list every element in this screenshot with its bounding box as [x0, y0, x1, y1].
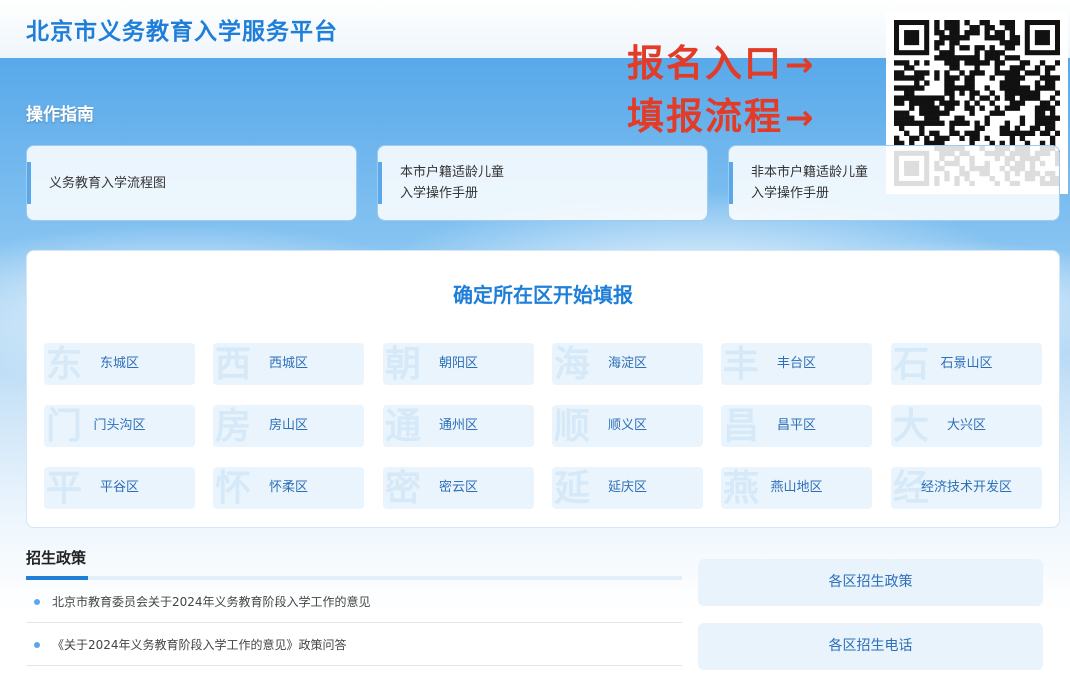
- policy-section-title: 招生政策: [26, 549, 87, 567]
- right-arrow-icon: →: [785, 45, 816, 85]
- bullet-dot-icon: [34, 641, 40, 648]
- bullet-dot-icon: [34, 598, 40, 605]
- district-button[interactable]: 燕燕山地区: [721, 467, 872, 509]
- district-button-label: 通州区: [438, 418, 478, 433]
- guide-card-line2: 入学操作手册: [400, 186, 479, 201]
- district-button-label: 平谷区: [99, 480, 139, 495]
- district-button-label: 房山区: [268, 418, 308, 433]
- policy-link-text: 北京市教育委员会关于2024年义务教育阶段入学工作的意见: [52, 595, 371, 609]
- policy-title-accent: [26, 576, 88, 580]
- district-button[interactable]: 西西城区: [213, 343, 364, 385]
- district-button-label: 门头沟区: [93, 418, 146, 433]
- district-button-label: 大兴区: [946, 418, 986, 433]
- district-button[interactable]: 密密云区: [383, 467, 534, 509]
- district-button[interactable]: 大大兴区: [891, 405, 1042, 447]
- district-button[interactable]: 东东城区: [44, 343, 195, 385]
- policy-link-text: 《关于2024年义务教育阶段入学工作的意见》政策问答: [52, 638, 347, 652]
- district-policy-button[interactable]: 各区招生政策: [698, 559, 1043, 606]
- card-accent-bar: [27, 162, 31, 204]
- district-button-label: 顺义区: [607, 418, 647, 433]
- district-button-label: 密云区: [438, 480, 478, 495]
- right-arrow-icon: →: [785, 98, 816, 138]
- district-button[interactable]: 平平谷区: [44, 467, 195, 509]
- guide-card-line1: 非本市户籍适龄儿童: [751, 165, 869, 180]
- promo-fill-process: 填报流程→: [627, 86, 816, 140]
- district-button-label: 燕山地区: [770, 480, 823, 495]
- district-button[interactable]: 朝朝阳区: [383, 343, 534, 385]
- district-button-label: 丰台区: [776, 356, 816, 371]
- promo-signup-entry: 报名入口→: [627, 33, 816, 87]
- policy-list-item[interactable]: 《关于2024年义务教育阶段入学工作的意见》政策问答: [26, 624, 682, 666]
- guide-card-line1: 义务教育入学流程图: [49, 175, 167, 191]
- district-button[interactable]: 顺顺义区: [552, 405, 703, 447]
- district-button-label: 石景山区: [940, 356, 993, 371]
- promo-signup-label: 报名入口: [627, 42, 783, 85]
- guide-card-flowchart[interactable]: 义务教育入学流程图: [26, 145, 357, 221]
- district-button[interactable]: 昌昌平区: [721, 405, 872, 447]
- district-button[interactable]: 石石景山区: [891, 343, 1042, 385]
- district-button[interactable]: 怀怀柔区: [213, 467, 364, 509]
- district-button[interactable]: 丰丰台区: [721, 343, 872, 385]
- card-accent-bar: [378, 162, 382, 204]
- district-button[interactable]: 经经济技术开发区: [891, 467, 1042, 509]
- site-title: 北京市义务教育入学服务平台: [26, 19, 338, 45]
- district-button[interactable]: 门门头沟区: [44, 405, 195, 447]
- guide-section-title: 操作指南: [26, 105, 94, 125]
- guide-card-line2: 入学操作手册: [751, 186, 830, 201]
- district-button-label: 西城区: [268, 356, 308, 371]
- promo-process-label: 填报流程: [627, 95, 783, 138]
- district-button[interactable]: 海海淀区: [552, 343, 703, 385]
- guide-card-local-manual[interactable]: 本市户籍适龄儿童 入学操作手册: [377, 145, 708, 221]
- guide-card-line1: 本市户籍适龄儿童: [400, 165, 505, 180]
- district-section-title: 确定所在区开始填报: [453, 283, 633, 307]
- district-button[interactable]: 通通州区: [383, 405, 534, 447]
- card-accent-bar: [729, 162, 733, 204]
- guide-card-nonlocal-manual[interactable]: 非本市户籍适龄儿童 入学操作手册: [728, 145, 1060, 221]
- district-button-label: 经济技术开发区: [920, 480, 1012, 495]
- district-selection-panel: 确定所在区开始填报 东东城区西西城区朝朝阳区海海淀区丰丰台区石石景山区门门头沟区…: [26, 250, 1060, 528]
- district-button[interactable]: 延延庆区: [552, 467, 703, 509]
- district-button-label: 朝阳区: [438, 356, 478, 371]
- district-button[interactable]: 房房山区: [213, 405, 364, 447]
- district-phone-button[interactable]: 各区招生电话: [698, 623, 1043, 670]
- district-button-label: 延庆区: [607, 480, 647, 495]
- policy-title-underline: [26, 576, 682, 580]
- district-button-label: 东城区: [99, 356, 139, 371]
- district-button-label: 怀柔区: [268, 480, 308, 495]
- district-button-label: 昌平区: [776, 418, 816, 433]
- district-button-label: 海淀区: [607, 356, 647, 371]
- policy-list-item[interactable]: 北京市教育委员会关于2024年义务教育阶段入学工作的意见: [26, 581, 682, 623]
